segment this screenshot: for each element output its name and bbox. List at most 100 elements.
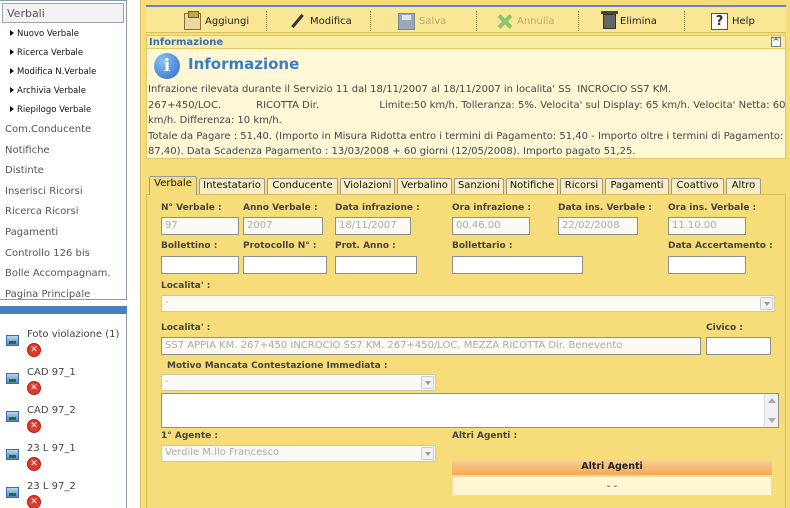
agente-select[interactable]: Verdile M.llo Francesco bbox=[161, 445, 436, 462]
menu-inserisci-ricorsi[interactable]: Inserisci Ricorsi bbox=[0, 182, 126, 203]
tab-verbalino[interactable]: Verbalino bbox=[397, 178, 452, 194]
add-document-icon bbox=[184, 10, 201, 30]
delete-icon[interactable]: ✕ bbox=[27, 343, 41, 357]
motivo-textarea[interactable] bbox=[161, 393, 779, 428]
navigation-menu: Verbali Nuovo Verbale Ricerca Verbale Mo… bbox=[0, 0, 127, 300]
ora-ins-verbale-field[interactable]: 11.10.00 bbox=[668, 217, 746, 235]
ora-infrazione-label: Ora infrazione : bbox=[452, 203, 531, 213]
menu-pagamenti[interactable]: Pagamenti bbox=[0, 223, 126, 244]
menu-com-conducente[interactable]: Com.Conducente bbox=[0, 120, 126, 141]
delete-icon[interactable]: ✕ bbox=[27, 381, 41, 395]
bollettino-field[interactable] bbox=[161, 256, 239, 274]
photo-thumbnail-icon[interactable] bbox=[6, 449, 19, 460]
photo-item: 23 L 97_2 ✕ bbox=[0, 478, 127, 508]
tab-coattivo[interactable]: Coattivo bbox=[671, 178, 724, 194]
toolbar-separator bbox=[476, 11, 477, 31]
toolbar-separator bbox=[370, 11, 371, 31]
tab-notifiche[interactable]: Notifiche bbox=[506, 178, 558, 194]
data-accertamento-label: Data Accertamento : bbox=[668, 241, 773, 251]
elimina-button[interactable]: Elimina bbox=[601, 9, 657, 33]
bollettario-field[interactable] bbox=[452, 256, 583, 274]
submenu-ricerca-verbale[interactable]: Ricerca Verbale bbox=[0, 44, 126, 63]
data-infrazione-label: Data infrazione : bbox=[335, 203, 420, 213]
aggiungi-button[interactable]: Aggiungi bbox=[184, 9, 249, 33]
prot-anno-field[interactable] bbox=[335, 256, 417, 274]
bollettario-label: Bollettario : bbox=[452, 241, 513, 251]
annulla-button[interactable]: Annulla bbox=[496, 9, 555, 33]
menu-pagina-principale[interactable]: Pagina Principale bbox=[0, 285, 126, 306]
tab-sanzioni[interactable]: Sanzioni bbox=[454, 178, 504, 194]
toolbar-separator bbox=[578, 11, 579, 31]
photo-thumbnail-icon[interactable] bbox=[6, 411, 19, 422]
submenu-nuovo-verbale[interactable]: Nuovo Verbale bbox=[0, 25, 126, 44]
chevron-down-icon bbox=[760, 297, 773, 310]
data-infrazione-field[interactable]: 18/11/2007 bbox=[335, 217, 411, 235]
trash-icon bbox=[601, 10, 618, 29]
menu-header-verbali[interactable]: Verbali bbox=[2, 3, 124, 23]
delete-icon[interactable]: ✕ bbox=[27, 457, 41, 471]
salva-button[interactable]: Salva bbox=[398, 9, 446, 33]
tab-intestatario[interactable]: Intestatario bbox=[199, 178, 265, 194]
menu-notifiche[interactable]: Notifiche bbox=[0, 141, 126, 162]
localita-select-label: Localita' : bbox=[161, 281, 211, 291]
n-verbale-field[interactable]: 97 bbox=[161, 217, 239, 235]
n-verbale-label: N° Verbale : bbox=[161, 203, 222, 213]
altri-agenti-header[interactable]: Altri Agenti bbox=[452, 459, 772, 475]
triangle-right-icon bbox=[10, 30, 14, 36]
photo-name[interactable]: 23 L 97_1 bbox=[27, 443, 76, 454]
bollettino-label: Bollettino : bbox=[161, 241, 218, 251]
triangle-right-icon bbox=[10, 87, 14, 93]
delete-icon[interactable]: ✕ bbox=[27, 495, 41, 508]
submenu-riepilogo-verbale[interactable]: Riepilogo Verbale bbox=[0, 101, 126, 120]
submenu-archivia-verbale[interactable]: Archivia Verbale bbox=[0, 82, 126, 101]
photo-item: 23 L 97_1 ✕ bbox=[0, 440, 127, 476]
info-title: Informazione bbox=[188, 55, 300, 73]
collapse-icon[interactable]: ^ bbox=[771, 37, 781, 47]
delete-icon[interactable]: ✕ bbox=[27, 419, 41, 433]
menu-distinte[interactable]: Distinte bbox=[0, 161, 126, 182]
tab-altro[interactable]: Altro bbox=[726, 178, 761, 194]
photo-name[interactable]: Foto violazione (1) bbox=[27, 329, 119, 340]
photo-thumbnail-icon[interactable] bbox=[6, 373, 19, 384]
tab-violazioni[interactable]: Violazioni bbox=[340, 178, 395, 194]
tab-pagamenti[interactable]: Pagamenti bbox=[605, 178, 669, 194]
menu-controllo-126-bis[interactable]: Controllo 126 bis bbox=[0, 244, 126, 265]
help-button[interactable]: ? Help bbox=[711, 9, 755, 33]
photo-name[interactable]: CAD 97_1 bbox=[27, 367, 76, 378]
altri-agenti-label: Altri Agenti : bbox=[452, 431, 518, 441]
pencil-icon bbox=[289, 13, 306, 30]
anno-verbale-field[interactable]: 2007 bbox=[243, 217, 323, 235]
tab-verbale[interactable]: Verbale bbox=[149, 176, 197, 195]
modifica-button[interactable]: Modifica bbox=[289, 9, 352, 33]
help-icon: ? bbox=[711, 12, 728, 30]
photo-thumbnail-icon[interactable] bbox=[6, 487, 19, 498]
info-panel: Informazione ^ i Informazione Infrazione… bbox=[146, 35, 786, 159]
photo-name[interactable]: 23 L 97_2 bbox=[27, 481, 76, 492]
sidebar: Verbali Nuovo Verbale Ricerca Verbale Mo… bbox=[0, 0, 127, 508]
prot-anno-label: Prot. Anno : bbox=[335, 241, 396, 251]
data-accertamento-field[interactable] bbox=[668, 256, 746, 274]
photo-name[interactable]: CAD 97_2 bbox=[27, 405, 76, 416]
photo-thumbnail-icon[interactable] bbox=[6, 335, 19, 346]
menu-bolle-accompagnam[interactable]: Bolle Accompagnam. bbox=[0, 264, 126, 285]
ora-infrazione-field[interactable]: 00.46.00 bbox=[452, 217, 530, 235]
menu-ricerca-ricorsi[interactable]: Ricerca Ricorsi bbox=[0, 202, 126, 223]
agente-label: 1° Agente : bbox=[161, 431, 218, 441]
scrollbar[interactable] bbox=[764, 394, 778, 427]
protocollo-label: Protocollo N° : bbox=[243, 241, 317, 251]
localita-select[interactable]: - bbox=[161, 295, 775, 312]
tab-ricorsi[interactable]: Ricorsi bbox=[560, 178, 603, 194]
data-ins-verbale-field[interactable]: 22/02/2008 bbox=[558, 217, 638, 235]
info-panel-header: Informazione ^ bbox=[147, 36, 785, 49]
civico-field[interactable] bbox=[706, 337, 771, 355]
tab-conducente[interactable]: Conducente bbox=[267, 178, 338, 194]
protocollo-field[interactable] bbox=[243, 256, 327, 274]
ora-ins-verbale-label: Ora ins. Verbale : bbox=[668, 203, 757, 213]
altri-agenti-box: Altri Agenti - - bbox=[452, 459, 772, 499]
toolbar: Aggiungi Modifica Salva Annulla Elimina … bbox=[146, 5, 786, 33]
submenu-modifica-verbale[interactable]: Modifica N.Verbale bbox=[0, 63, 126, 82]
motivo-select[interactable]: - bbox=[161, 374, 436, 391]
localita-address-field[interactable]: SS7 APPIA KM. 267+450 INCROCIO SS7 KM. 2… bbox=[161, 337, 701, 355]
floppy-disk-icon bbox=[398, 12, 415, 30]
data-ins-verbale-label: Data ins. Verbale : bbox=[558, 203, 652, 213]
